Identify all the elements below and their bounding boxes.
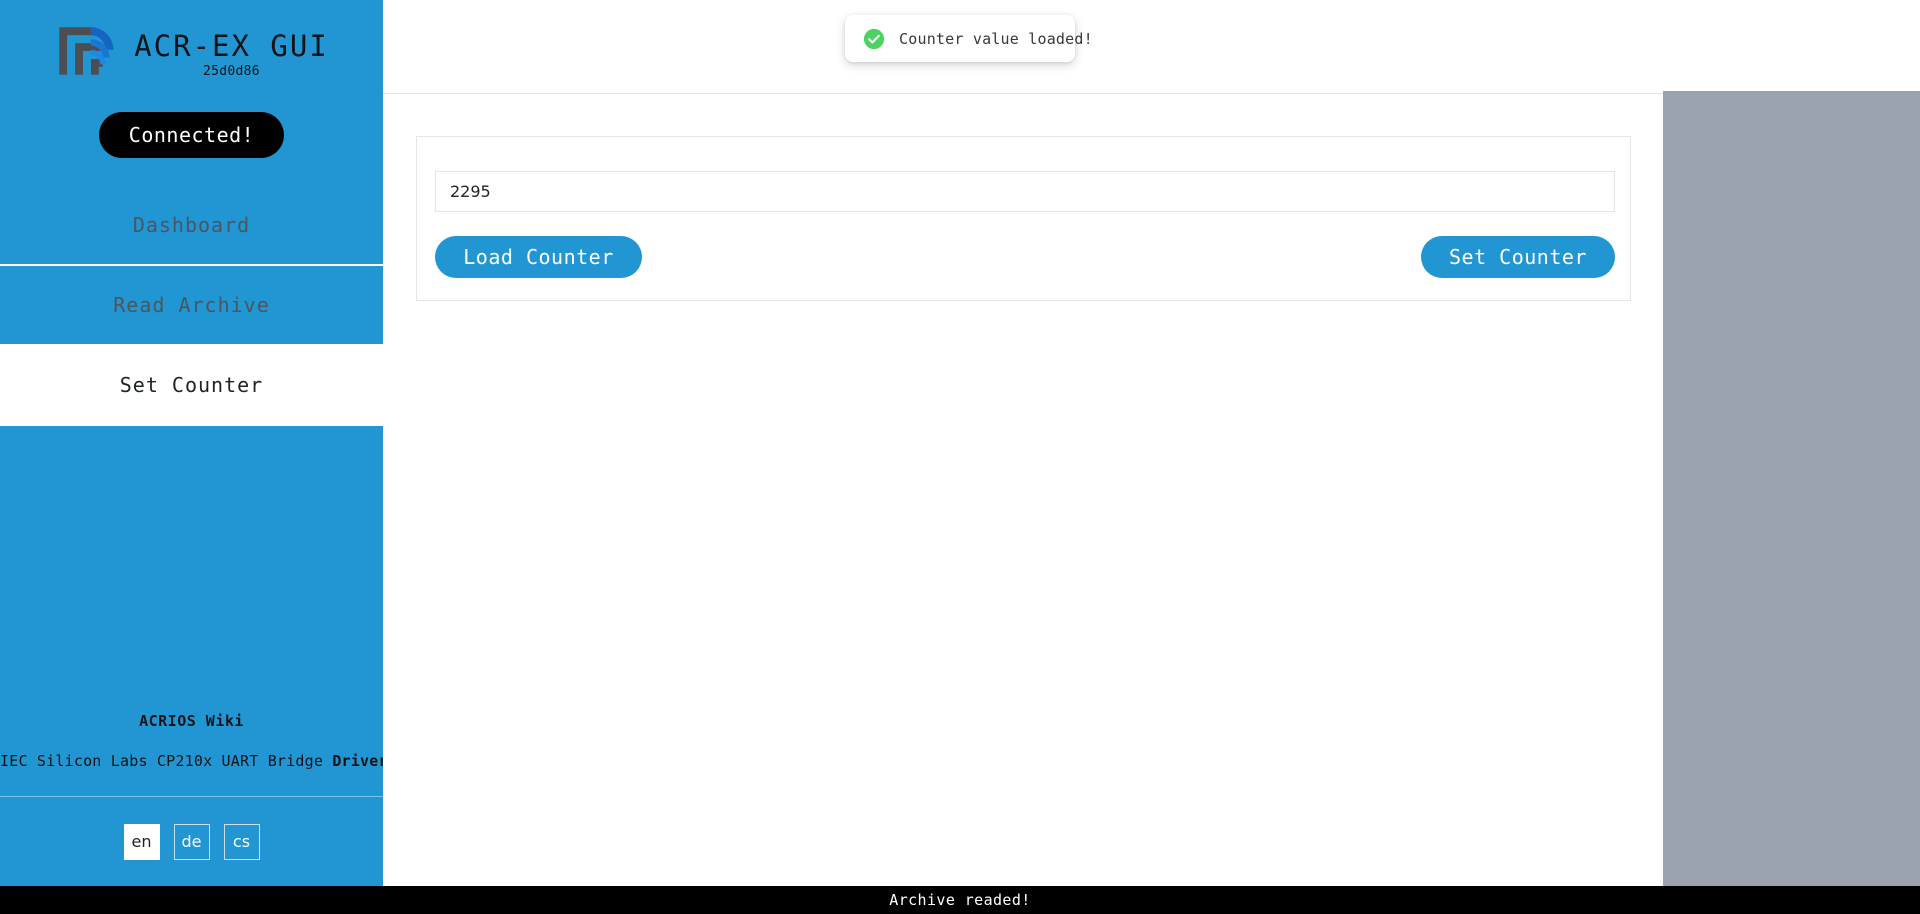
language-switcher: en de cs <box>0 796 383 886</box>
sidebar: ACR-EX GUI 25d0d86 Connected! Dashboard … <box>0 0 397 886</box>
language-button-de[interactable]: de <box>173 823 210 860</box>
app-title: ACR-EX GUI <box>134 28 329 63</box>
sidebar-item-label: Dashboard <box>132 213 251 237</box>
set-counter-button[interactable]: Set Counter <box>1421 236 1615 278</box>
drivers-line: IEC Silicon Labs CP210x UART Bridge Driv… <box>0 752 397 770</box>
drivers-prefix-text: IEC Silicon Labs CP210x UART Bridge <box>0 752 333 770</box>
app-root: ACR-EX GUI 25d0d86 Connected! Dashboard … <box>0 0 1920 914</box>
right-gray-panel <box>1663 91 1920 886</box>
sidebar-item-label: Read Archive <box>113 293 270 317</box>
sidebar-nav: Dashboard Read Archive Set Counter <box>0 186 383 426</box>
status-bar: Archive readed! <box>0 886 1920 914</box>
version-hash: 25d0d86 <box>203 64 260 80</box>
sidebar-links: ACRIOS Wiki IEC Silicon Labs CP210x UART… <box>0 712 397 796</box>
status-bar-message: Archive readed! <box>889 891 1031 909</box>
sidebar-item-label: Set Counter <box>119 373 264 397</box>
connect-wrap: Connected! <box>0 112 383 158</box>
check-circle-icon <box>863 28 885 49</box>
connection-status-button[interactable]: Connected! <box>98 112 285 158</box>
language-button-en[interactable]: en <box>123 823 160 860</box>
toast-message: Counter value loaded! <box>899 29 1093 48</box>
acrios-wiki-link[interactable]: ACRIOS Wiki <box>0 712 383 730</box>
brand-text: ACR-EX GUI 25d0d86 <box>134 28 329 80</box>
sidebar-item-dashboard[interactable]: Dashboard <box>0 186 383 266</box>
brand: ACR-EX GUI 25d0d86 <box>0 0 383 88</box>
sidebar-item-set-counter[interactable]: Set Counter <box>0 346 383 426</box>
toast-notification[interactable]: Counter value loaded! <box>845 15 1093 62</box>
top-header <box>383 0 1920 94</box>
set-counter-card: Load Counter Set Counter <box>416 136 1631 301</box>
language-button-cs[interactable]: cs <box>223 823 260 860</box>
acrios-logo-icon <box>59 27 114 75</box>
load-counter-button[interactable]: Load Counter <box>435 236 642 278</box>
main-content: Load Counter Set Counter <box>383 94 1663 886</box>
sidebar-item-read-archive[interactable]: Read Archive <box>0 266 383 346</box>
counter-value-input[interactable] <box>435 171 1615 212</box>
